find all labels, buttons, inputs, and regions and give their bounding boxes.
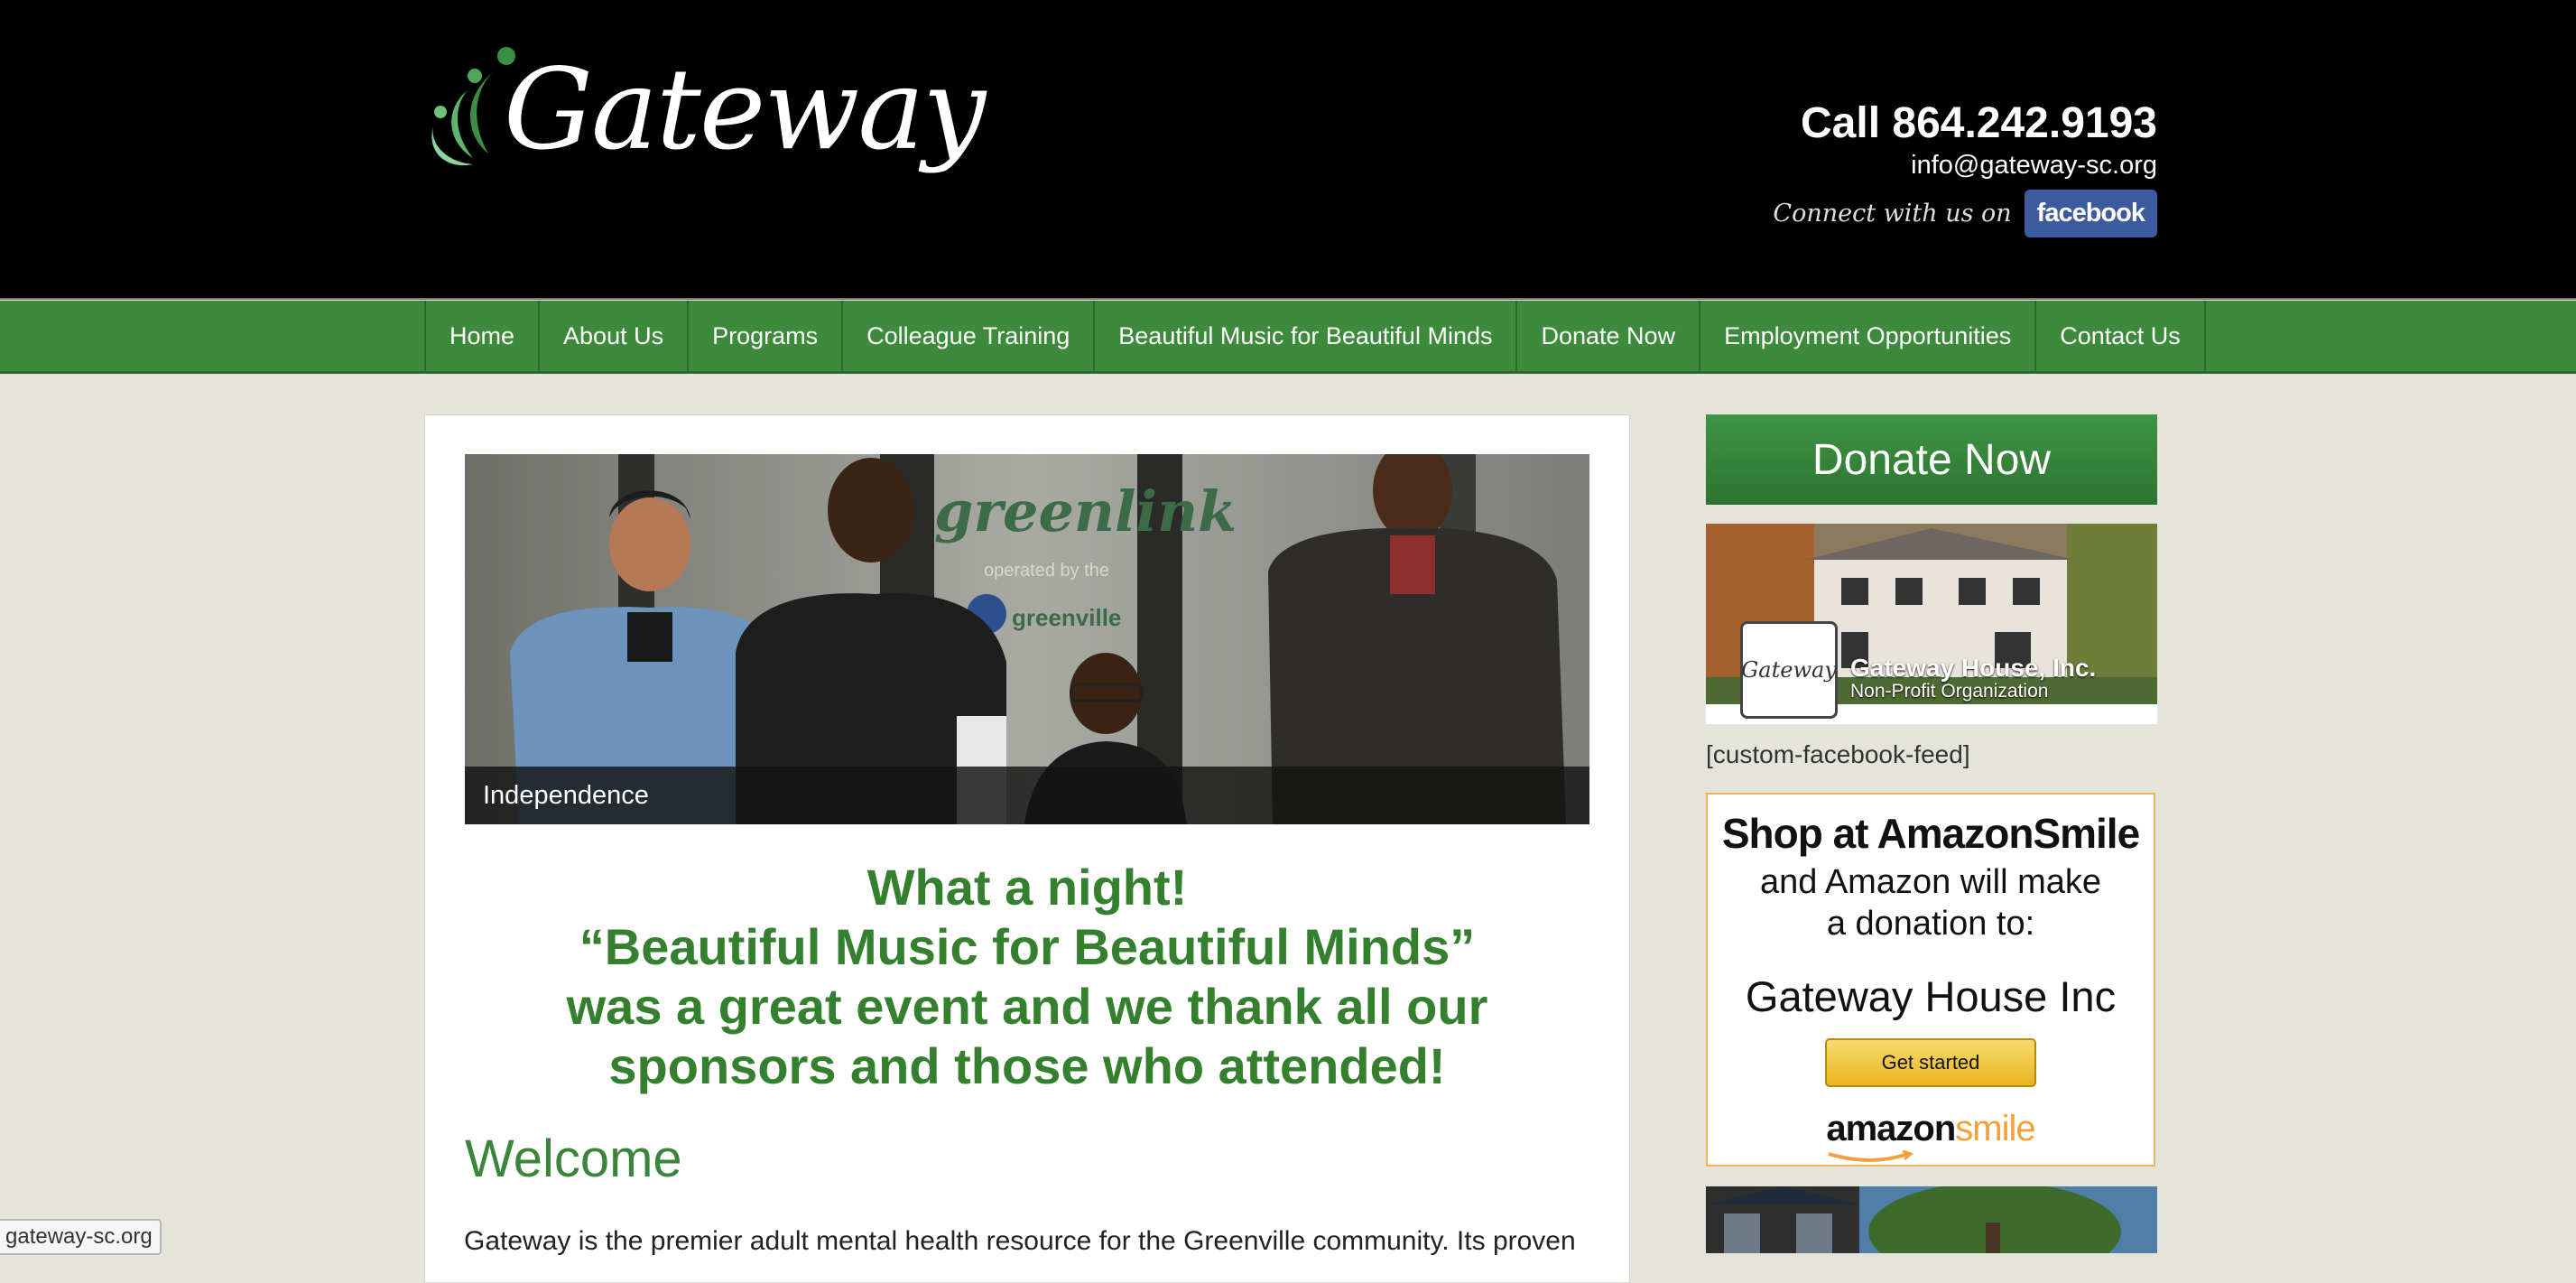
event-headline: What a night! “Beautiful Music for Beaut… — [465, 858, 1589, 1096]
site-logo[interactable]: Gateway — [421, 36, 986, 217]
fb-page-name: Gateway House, Inc. — [1850, 654, 2097, 682]
nav-item-employment[interactable]: Employment Opportunities — [1700, 301, 2037, 371]
facebook-page-card[interactable]: Gateway Gateway House, Inc. Non-Profit O… — [1706, 524, 2157, 724]
sidebar-photo-image — [1706, 1186, 2157, 1253]
amazonsmile-subtitle-2: a donation to: — [1826, 905, 2035, 943]
headline-line-3: was a great event and we thank all our — [566, 978, 1488, 1035]
amazonsmile-subtitle: and Amazon will make a donation to: — [1708, 861, 2154, 944]
intro-paragraph: Gateway is the premier adult mental heal… — [464, 1226, 1576, 1256]
amazon-smile-arrow-icon — [1828, 1150, 1913, 1162]
nav-item-about-us[interactable]: About Us — [540, 301, 690, 371]
amazonsmile-org: Gateway House Inc — [1745, 972, 2117, 1020]
logo-wordmark: Gateway — [504, 45, 986, 175]
donate-now-button[interactable]: Donate Now — [1706, 414, 2157, 505]
nav-item-colleague-training[interactable]: Colleague Training — [843, 301, 1096, 371]
main-nav: Home About Us Programs Colleague Trainin… — [0, 301, 2576, 374]
fb-avatar: Gateway — [1740, 621, 1838, 719]
greenlink-city: greenville — [1012, 604, 1121, 631]
phone-number[interactable]: Call 864.242.9193 — [1773, 98, 2157, 150]
amazon-logo-text: amazon — [1826, 1109, 1956, 1148]
sidebar-photo[interactable] — [1706, 1186, 2157, 1253]
amazonsmile-banner[interactable]: Shop at AmazonSmile and Amazon will make… — [1706, 793, 2155, 1167]
greenlink-operated: operated by the — [984, 561, 1109, 581]
amazonsmile-subtitle-1: and Amazon will make — [1759, 863, 2102, 901]
nav-divider — [0, 298, 2576, 300]
header-contact: Call 864.242.9193 info@gateway-sc.org Co… — [1773, 98, 2157, 237]
slider-caption: Independence — [483, 781, 649, 810]
hero-slider[interactable]: greenlink operated by the greenville Ind… — [465, 454, 1589, 824]
nav-item-beautiful-music[interactable]: Beautiful Music for Beautiful Minds — [1095, 301, 1518, 371]
email-link[interactable]: info@gateway-sc.org — [1773, 150, 2157, 181]
amazonsmile-title: Shop at AmazonSmile — [1721, 810, 2140, 857]
headline-line-4: sponsors and those who attended! — [608, 1037, 1446, 1094]
amazonsmile-get-started-button[interactable]: Get started — [1825, 1038, 2036, 1087]
greenlink-sign: greenlink — [934, 479, 1237, 544]
social-connect: Connect with us on facebook — [1773, 190, 2157, 237]
main-content: greenlink operated by the greenville Ind… — [424, 414, 1630, 1283]
headline-line-2: “Beautiful Music for Beautiful Minds” — [579, 918, 1476, 975]
nav-item-home[interactable]: Home — [426, 301, 541, 371]
amazonsmile-logo: amazonsmile — [1708, 1109, 2154, 1149]
nav-item-contact-us[interactable]: Contact Us — [2036, 301, 2206, 371]
headline-line-1: What a night! — [866, 859, 1188, 916]
nav-item-programs[interactable]: Programs — [689, 301, 844, 371]
smile-logo-text: smile — [1955, 1109, 2035, 1148]
browser-status-url: gateway-sc.org — [0, 1219, 162, 1255]
site-header: Gateway Call 864.242.9193 info@gateway-s… — [0, 0, 2576, 298]
welcome-heading: Welcome — [465, 1130, 682, 1188]
slider-caption-bar: Independence — [465, 767, 1589, 824]
facebook-button[interactable]: facebook — [2024, 190, 2157, 237]
nav-item-donate-now[interactable]: Donate Now — [1517, 301, 1701, 371]
connect-text: Connect with us on — [1773, 200, 2012, 228]
facebook-feed-shortcode: [custom-facebook-feed] — [1706, 740, 1970, 768]
fb-avatar-text: Gateway — [1741, 657, 1837, 683]
fb-page-type: Non-Profit Organization — [1850, 681, 2049, 702]
